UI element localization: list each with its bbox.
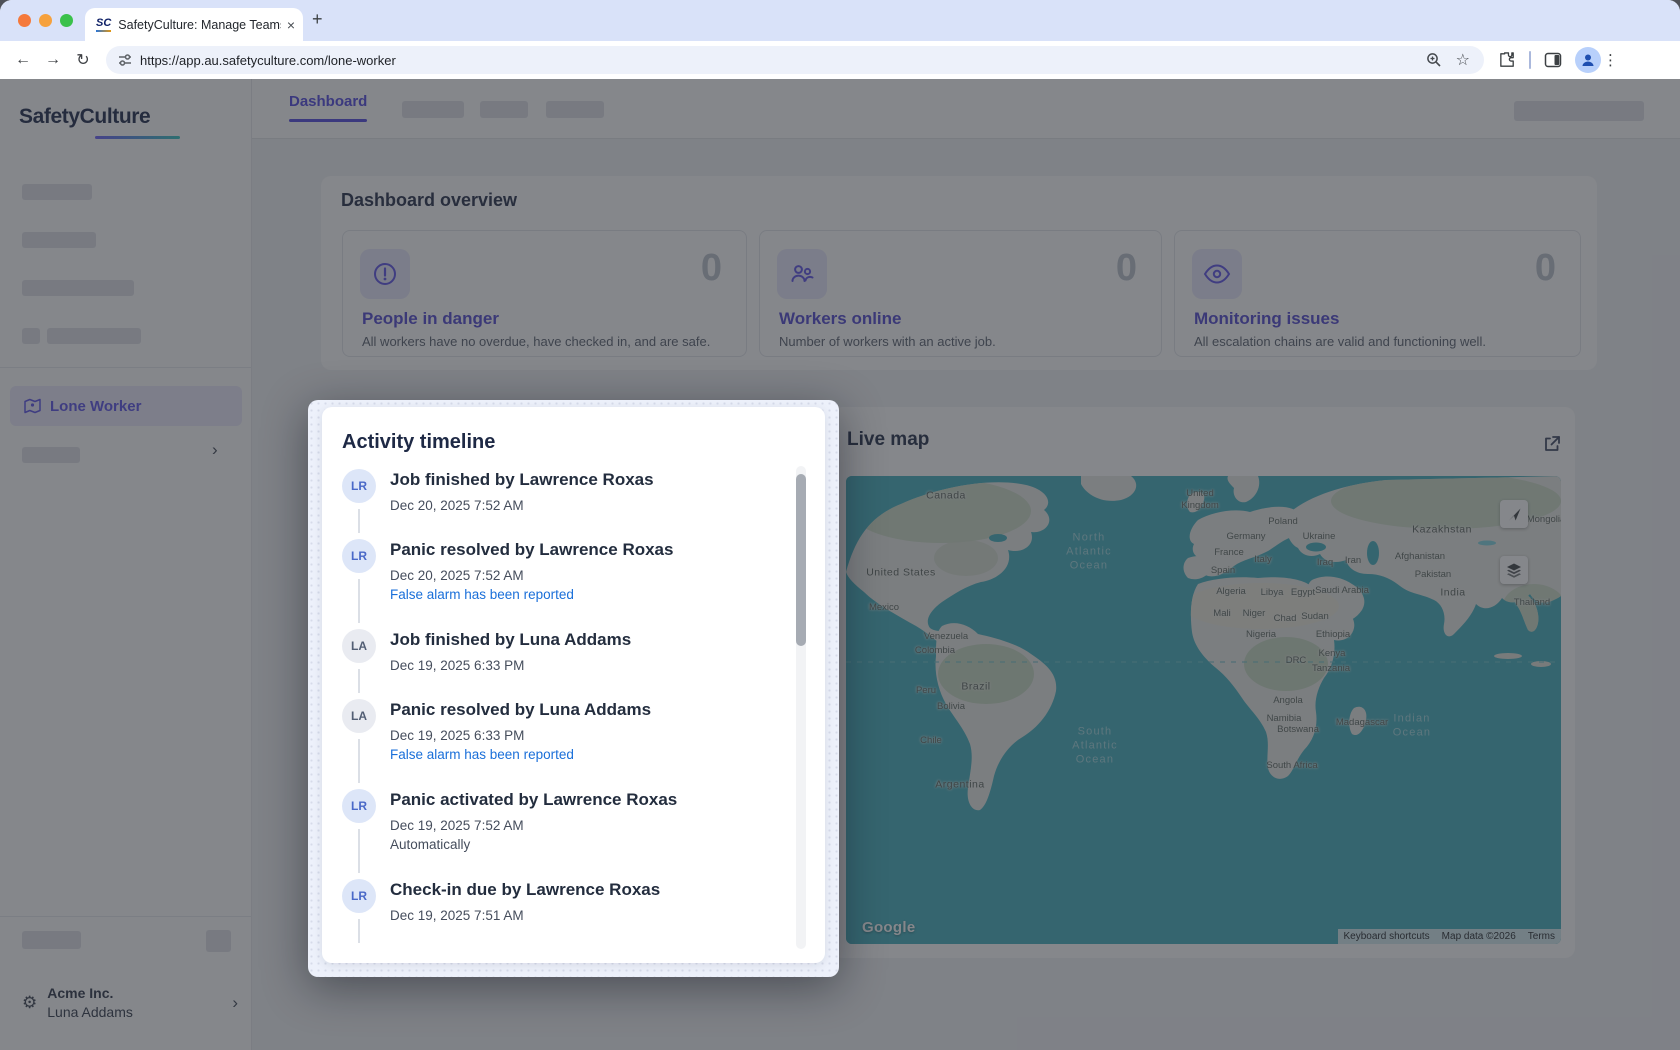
activity-timeline-panel: Activity timeline LR Job finished by Law…: [322, 407, 825, 963]
url-text[interactable]: https://app.au.safetyculture.com/lone-wo…: [140, 53, 1426, 68]
profile-avatar[interactable]: [1575, 47, 1601, 73]
timeline-entry: LR Panic resolved by Lawrence Roxas Dec …: [342, 539, 781, 605]
address-bar[interactable]: https://app.au.safetyculture.com/lone-wo…: [106, 46, 1484, 74]
site-settings-icon[interactable]: [118, 53, 132, 67]
entry-timestamp: Dec 20, 2025 7:52 AM: [390, 497, 781, 515]
window-close-button[interactable]: [18, 14, 31, 27]
avatar: LR: [342, 469, 376, 503]
entry-timestamp: Dec 19, 2025 6:33 PM: [390, 727, 781, 745]
entry-note: Automatically: [390, 835, 781, 855]
entry-link[interactable]: False alarm has been reported: [390, 585, 781, 605]
timeline-entry: LR Job finished by Lawrence Roxas Dec 20…: [342, 469, 781, 515]
zoom-icon[interactable]: [1426, 52, 1442, 68]
app-page: SafetyCulture Lone Worker › ⚙: [0, 79, 1680, 1050]
avatar: LR: [342, 879, 376, 913]
tab-title: SafetyCulture: Manage Teams and...: [118, 18, 281, 32]
entry-link[interactable]: False alarm has been reported: [390, 745, 781, 765]
entry-timestamp: Dec 20, 2025 7:52 AM: [390, 567, 781, 585]
entry-title: Panic resolved by Luna Addams: [390, 699, 781, 721]
entry-title: Job finished by Lawrence Roxas: [390, 469, 781, 491]
timeline-entry: LR Panic activated by Lawrence Roxas Dec…: [342, 789, 781, 855]
browser-menu-icon[interactable]: ⋮: [1603, 51, 1618, 69]
extensions-icon[interactable]: [1498, 51, 1516, 69]
timeline-entry: LA Job finished by Luna Addams Dec 19, 2…: [342, 629, 781, 675]
bookmark-star-icon[interactable]: ☆: [1456, 50, 1470, 70]
activity-timeline-list: LR Job finished by Lawrence Roxas Dec 20…: [322, 469, 825, 925]
side-panel-icon[interactable]: [1544, 51, 1562, 69]
timeline-scrollbar[interactable]: [796, 466, 806, 949]
timeline-entry: LR Check-in due by Lawrence Roxas Dec 19…: [342, 879, 781, 925]
entry-title: Check-in due by Lawrence Roxas: [390, 879, 781, 901]
new-tab-button[interactable]: +: [312, 9, 323, 30]
entry-title: Panic resolved by Lawrence Roxas: [390, 539, 781, 561]
reload-button[interactable]: ↻: [68, 50, 98, 70]
safetyculture-favicon: SC: [96, 18, 111, 32]
timeline-entry: LA Panic resolved by Luna Addams Dec 19,…: [342, 699, 781, 765]
entry-title: Job finished by Luna Addams: [390, 629, 781, 651]
window-minimize-button[interactable]: [39, 14, 52, 27]
tab-strip: SC SafetyCulture: Manage Teams and... × …: [0, 0, 1680, 41]
browser-tab[interactable]: SC SafetyCulture: Manage Teams and... ×: [85, 8, 303, 41]
avatar: LR: [342, 789, 376, 823]
timeline-scrollbar-thumb[interactable]: [796, 474, 806, 646]
entry-timestamp: Dec 19, 2025 6:33 PM: [390, 657, 781, 675]
avatar: LR: [342, 539, 376, 573]
entry-timestamp: Dec 19, 2025 7:51 AM: [390, 907, 781, 925]
tab-close-icon[interactable]: ×: [287, 17, 295, 33]
avatar: LA: [342, 629, 376, 663]
tour-dim-overlay: [0, 79, 1680, 1050]
tour-spotlight: Activity timeline LR Job finished by Law…: [308, 400, 839, 977]
forward-button[interactable]: →: [38, 51, 68, 69]
activity-timeline-title: Activity timeline: [322, 407, 825, 455]
browser-window: SC SafetyCulture: Manage Teams and... × …: [0, 0, 1680, 1050]
entry-timestamp: Dec 19, 2025 7:52 AM: [390, 817, 781, 835]
toolbar-divider: [1529, 51, 1531, 69]
avatar: LA: [342, 699, 376, 733]
window-zoom-button[interactable]: [60, 14, 73, 27]
browser-toolbar: ← → ↻ https://app.au.safetyculture.com/l…: [0, 41, 1680, 79]
back-button[interactable]: ←: [8, 51, 38, 69]
entry-title: Panic activated by Lawrence Roxas: [390, 789, 781, 811]
